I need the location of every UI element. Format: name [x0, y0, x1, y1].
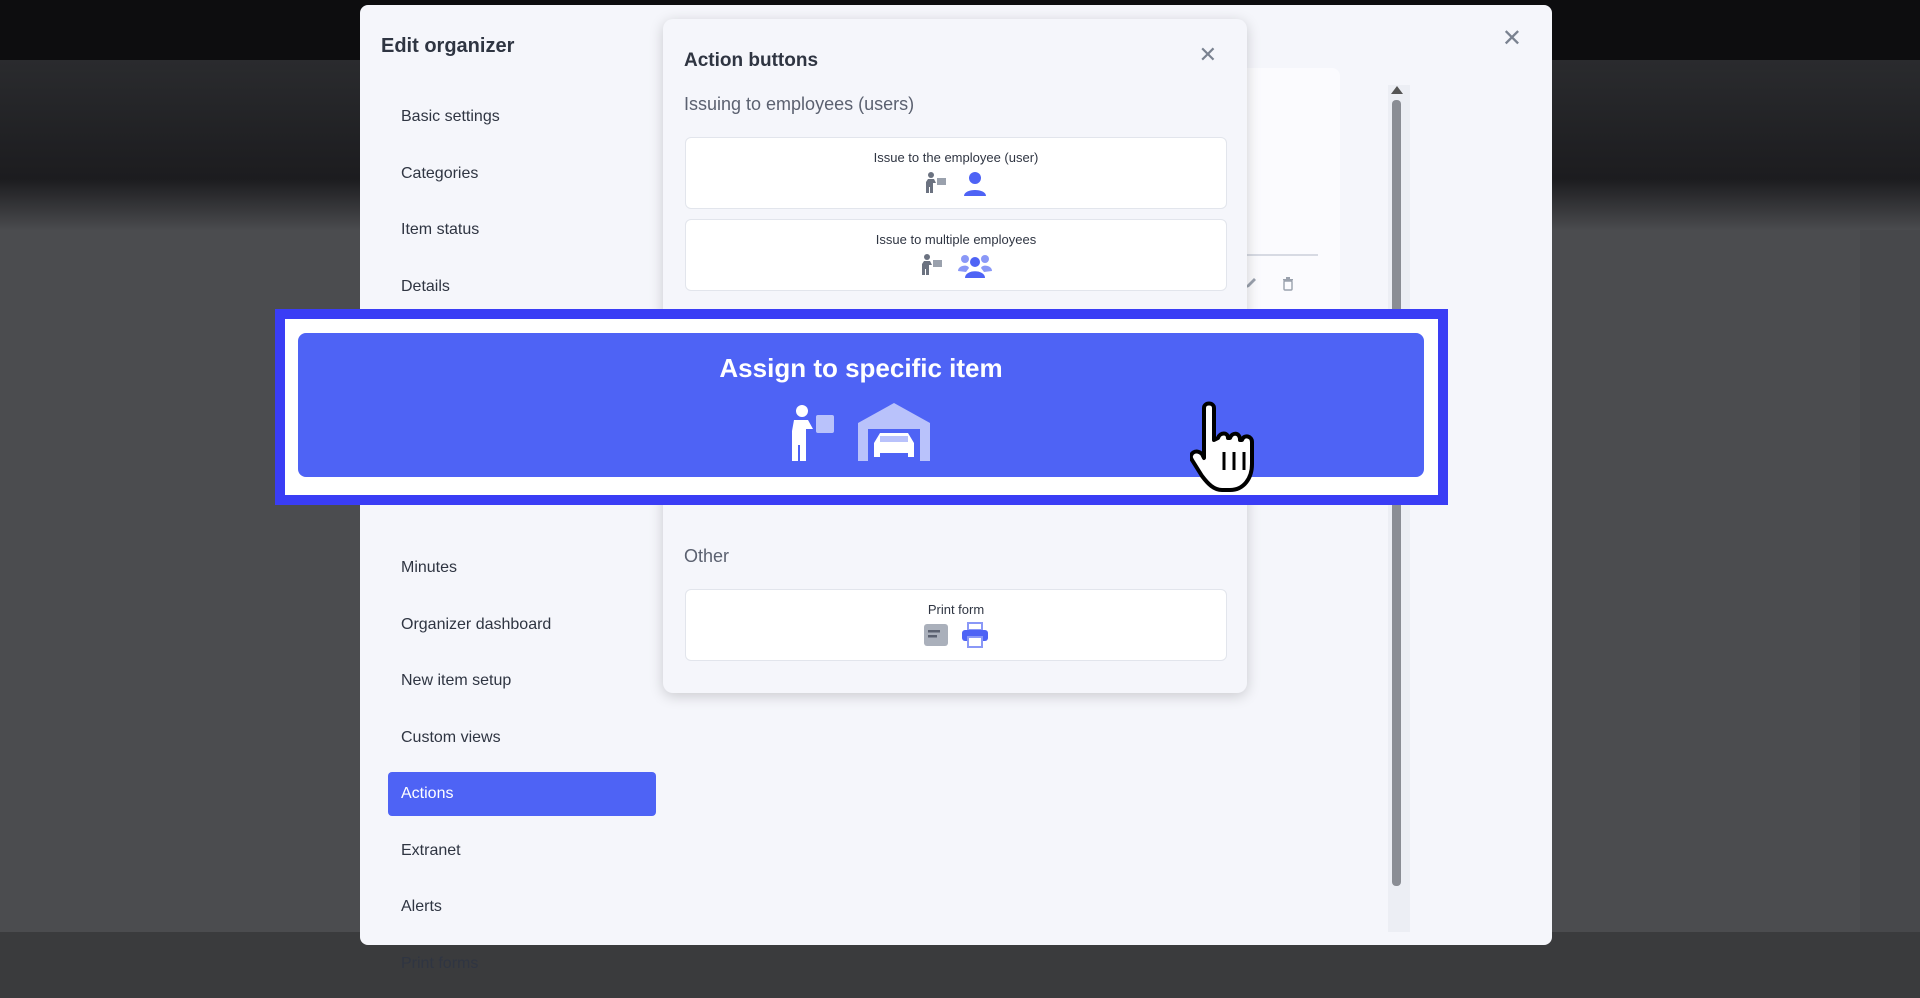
menu-item-print-forms[interactable]: Print forms	[388, 942, 656, 986]
menu-item-alerts[interactable]: Alerts	[388, 885, 656, 929]
menu-item-details[interactable]: Details	[388, 265, 656, 309]
users-group-icon	[958, 252, 992, 280]
menu-item-item-status[interactable]: Item status	[388, 208, 656, 252]
button-label: Assign to specific item	[719, 353, 1003, 383]
carry-box-icon	[920, 252, 946, 280]
form-document-icon	[923, 622, 949, 650]
menu-item-extranet[interactable]: Extranet	[388, 829, 656, 873]
garage-car-icon	[858, 403, 930, 468]
scroll-up-arrow-icon[interactable]	[1391, 86, 1403, 94]
button-icons	[788, 403, 948, 465]
section-title-issuing: Issuing to employees (users)	[684, 94, 915, 114]
issue-to-multiple-employees-button[interactable]: Issue to multiple employees	[685, 219, 1227, 291]
issue-to-employee-button[interactable]: Issue to the employee (user)	[685, 137, 1227, 209]
button-label: Issue to the employee (user)	[873, 150, 1039, 165]
trash-icon[interactable]	[1281, 276, 1295, 295]
print-form-button[interactable]: Print form	[685, 589, 1227, 661]
menu-item-organizer-dashboard[interactable]: Organizer dashboard	[388, 603, 656, 647]
menu-item-actions[interactable]: Actions	[388, 772, 656, 816]
section-title-other: Other	[684, 546, 730, 566]
button-label: Issue to multiple employees	[875, 232, 1037, 247]
button-icons	[686, 170, 1226, 198]
menu-item-basic-settings[interactable]: Basic settings	[388, 95, 656, 139]
modal-title: Edit organizer	[381, 35, 515, 57]
carry-box-icon	[788, 403, 838, 468]
menu-item-minutes[interactable]: Minutes	[388, 546, 656, 590]
button-icons	[686, 622, 1226, 650]
popup-title: Action buttons	[684, 50, 819, 71]
carry-box-icon	[924, 170, 950, 198]
background-right-column	[1860, 230, 1920, 932]
button-label: Print form	[927, 602, 985, 617]
printer-icon	[961, 622, 989, 650]
user-icon	[962, 170, 988, 198]
close-icon[interactable]: ✕	[1199, 44, 1217, 66]
settings-menu: Basic settings Categories Item status De…	[388, 95, 656, 998]
menu-item-custom-views[interactable]: Custom views	[388, 716, 656, 760]
menu-item-new-item-setup[interactable]: New item setup	[388, 659, 656, 703]
button-icons	[686, 252, 1226, 280]
content-divider	[1245, 254, 1318, 256]
menu-item-categories[interactable]: Categories	[388, 152, 656, 196]
close-icon[interactable]: ✕	[1502, 27, 1522, 51]
hand-pointer-cursor-icon	[1189, 400, 1270, 500]
